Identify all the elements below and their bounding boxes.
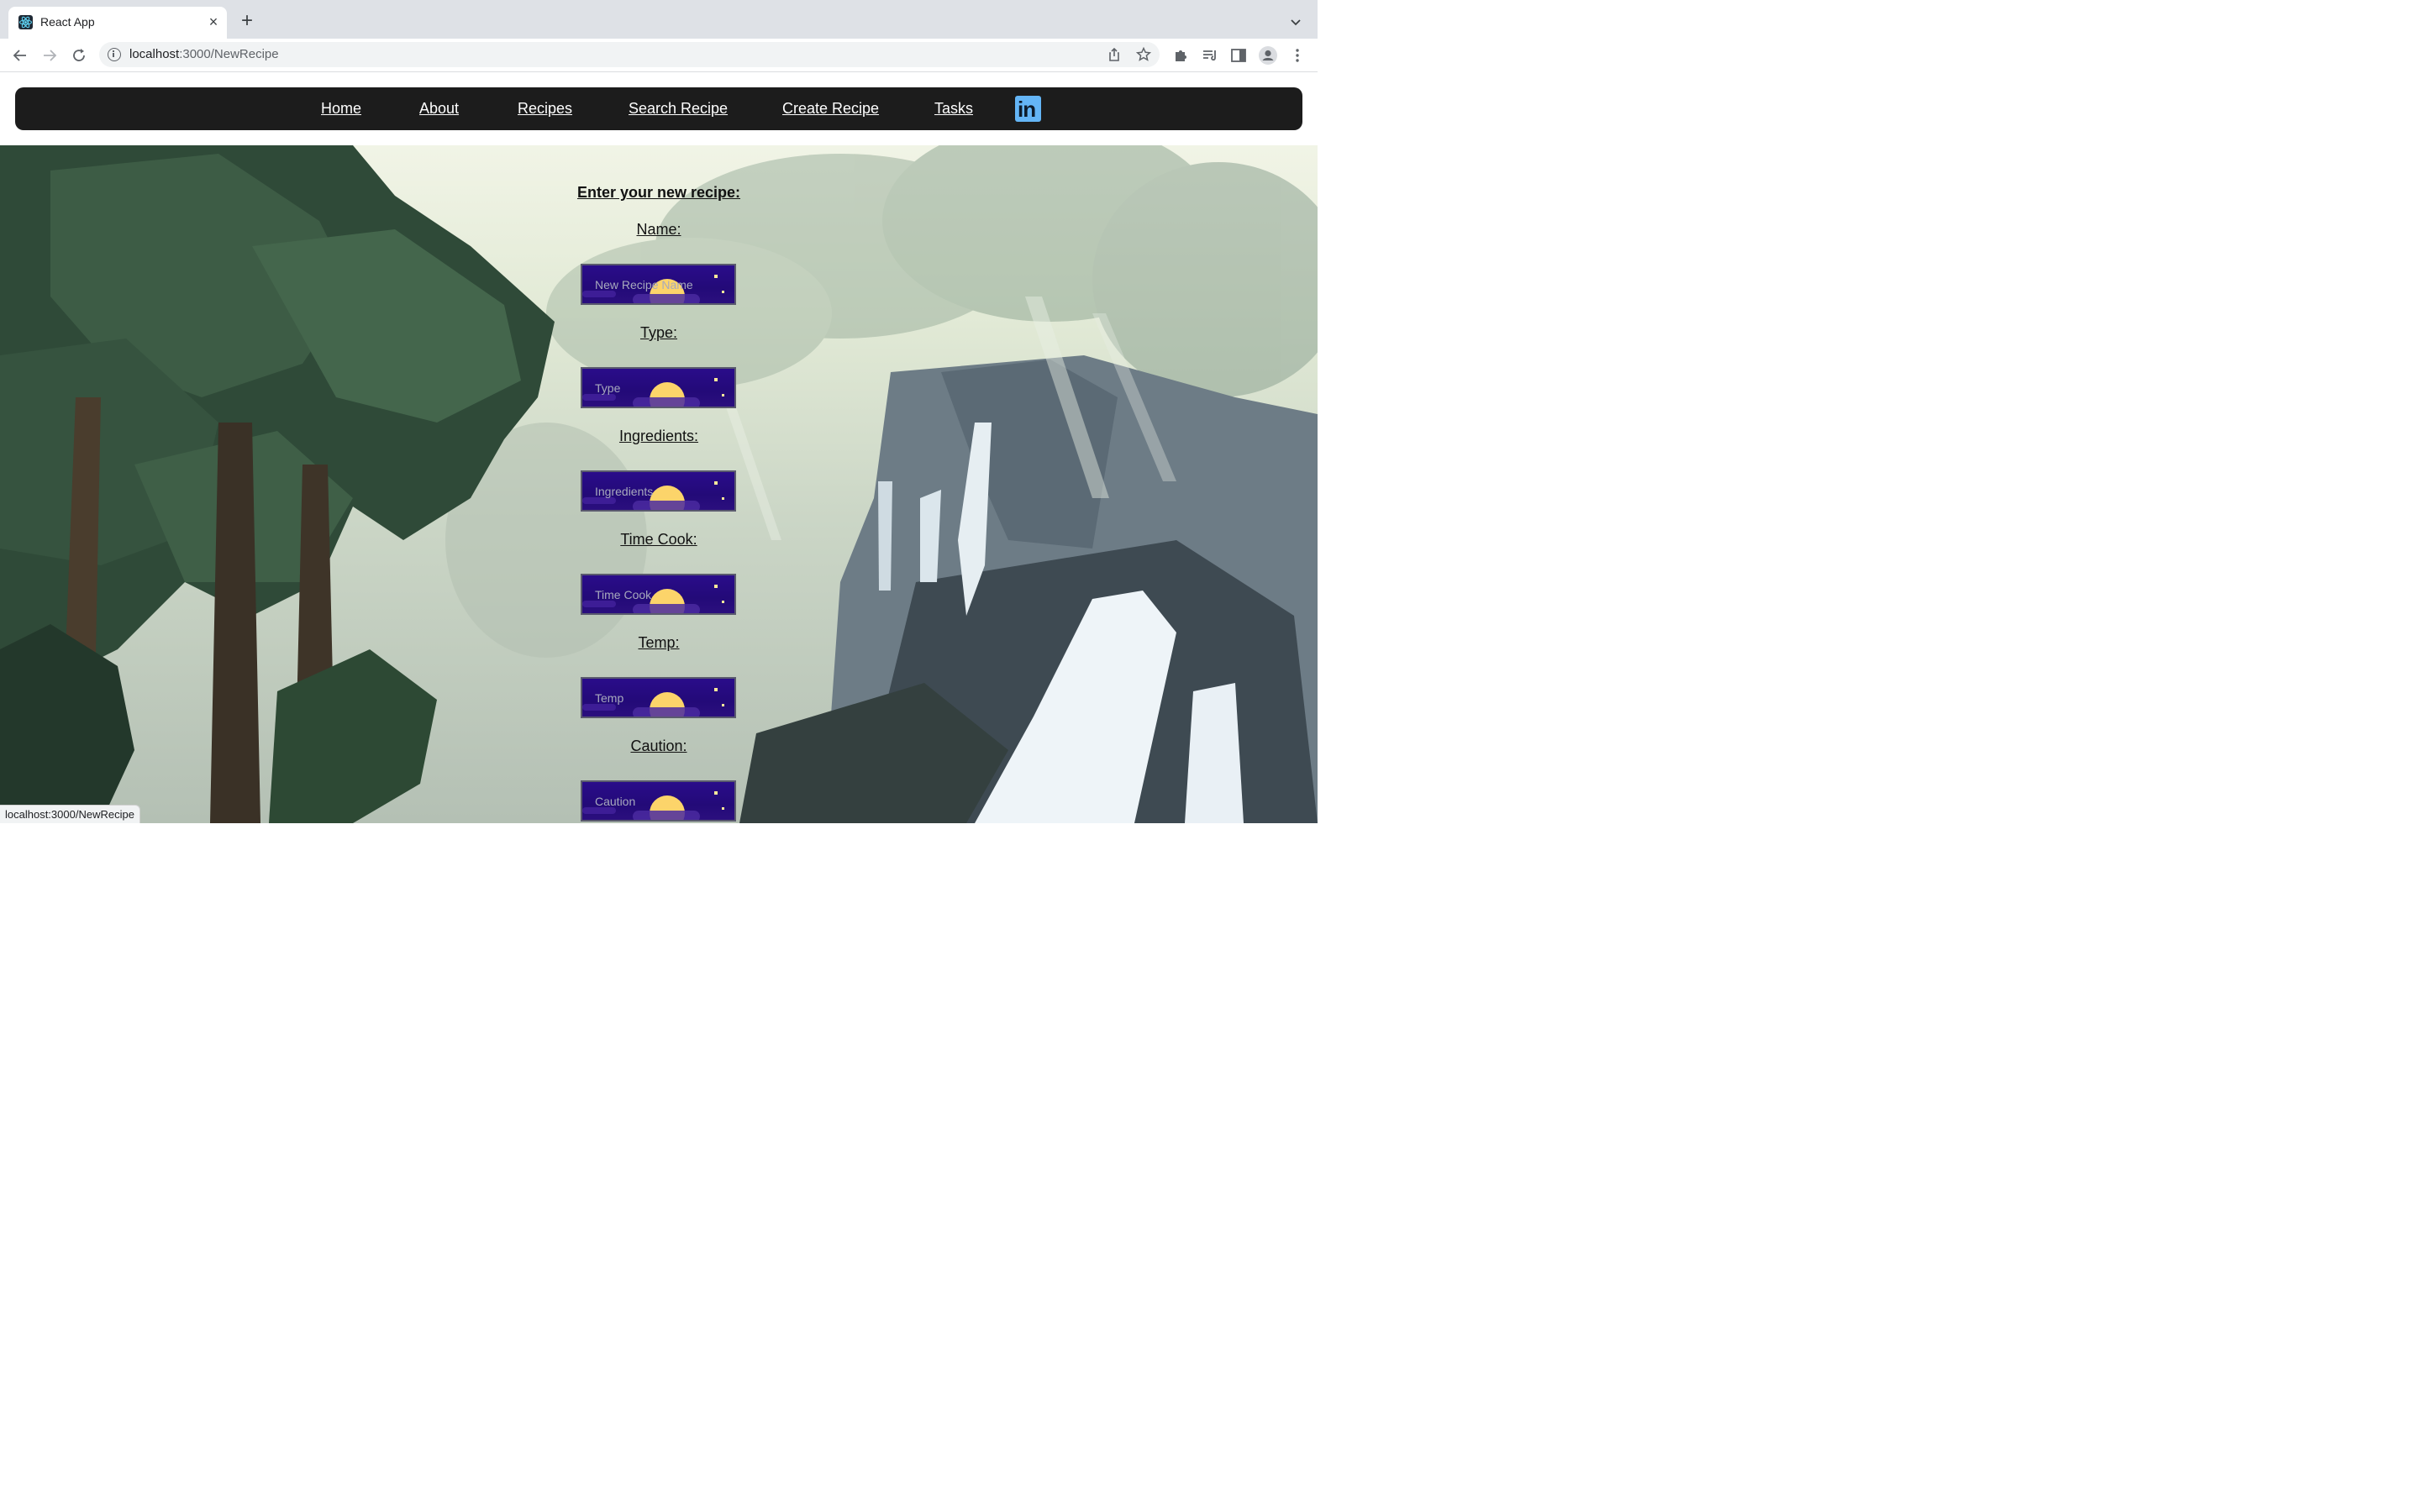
linkedin-label: in (1018, 97, 1036, 122)
temp-label: Temp: (638, 634, 680, 651)
share-icon[interactable] (1106, 46, 1123, 63)
navbar: Home About Recipes Search Recipe Create … (15, 87, 1302, 130)
nav-link-recipes[interactable]: Recipes (518, 100, 572, 118)
tab-strip: React App × + (0, 0, 1318, 39)
info-icon[interactable] (108, 48, 121, 61)
forward-arrow-icon[interactable] (39, 45, 60, 66)
close-tab-icon[interactable]: × (205, 13, 222, 30)
profile-avatar-icon[interactable] (1258, 45, 1278, 66)
bookmark-star-icon[interactable] (1135, 46, 1152, 63)
nav-link-home[interactable]: Home (321, 100, 361, 118)
nav-link-create-recipe[interactable]: Create Recipe (782, 100, 879, 118)
url-host: localhost (129, 47, 180, 61)
back-arrow-icon[interactable] (10, 45, 30, 66)
ingredients-label: Ingredients: (618, 428, 699, 444)
url-text: localhost:3000/NewRecipe (129, 47, 279, 61)
chevron-down-icon[interactable] (1287, 13, 1304, 30)
form-title: Enter your new recipe: (576, 184, 741, 201)
type-field[interactable] (581, 367, 736, 408)
temp-input[interactable] (582, 679, 734, 717)
linkedin-icon[interactable]: in (1015, 96, 1041, 122)
caution-field[interactable] (581, 780, 736, 822)
recipe-name-input[interactable] (582, 265, 734, 303)
time-cook-input[interactable] (582, 575, 734, 613)
side-panel-icon[interactable] (1228, 45, 1249, 66)
name-label: Name: (636, 221, 681, 238)
browser-toolbar: localhost:3000/NewRecipe (0, 39, 1318, 72)
ingredients-field[interactable] (581, 470, 736, 512)
caution-input[interactable] (582, 782, 734, 820)
extensions-puzzle-icon[interactable] (1171, 45, 1191, 66)
type-label: Type: (639, 324, 678, 341)
caution-label: Caution: (630, 738, 687, 754)
new-tab-button[interactable]: + (237, 11, 257, 32)
name-field[interactable] (581, 264, 736, 305)
page-content: Home About Recipes Search Recipe Create … (0, 72, 1318, 823)
tab-title: React App (40, 15, 95, 29)
react-logo-icon (18, 15, 33, 29)
link-status-bar: localhost:3000/NewRecipe (0, 805, 140, 823)
media-queue-icon[interactable] (1200, 45, 1220, 66)
nav-link-about[interactable]: About (419, 100, 459, 118)
time-cook-field[interactable] (581, 574, 736, 615)
type-input[interactable] (582, 369, 734, 407)
browser-tab[interactable]: React App × (8, 7, 227, 39)
url-path: :3000/NewRecipe (179, 47, 279, 61)
address-bar[interactable]: localhost:3000/NewRecipe (99, 42, 1160, 67)
nav-link-tasks[interactable]: Tasks (934, 100, 973, 118)
new-recipe-form: Enter your new recipe: Name: Type: Ingre… (0, 145, 1318, 823)
nav-link-search-recipe[interactable]: Search Recipe (629, 100, 728, 118)
forest-waterfall-background: Enter your new recipe: Name: Type: Ingre… (0, 145, 1318, 823)
temp-field[interactable] (581, 677, 736, 718)
ingredients-input[interactable] (582, 472, 734, 510)
more-vertical-icon[interactable] (1287, 45, 1307, 66)
reload-icon[interactable] (69, 45, 89, 66)
time-cook-label: Time Cook: (620, 531, 697, 548)
